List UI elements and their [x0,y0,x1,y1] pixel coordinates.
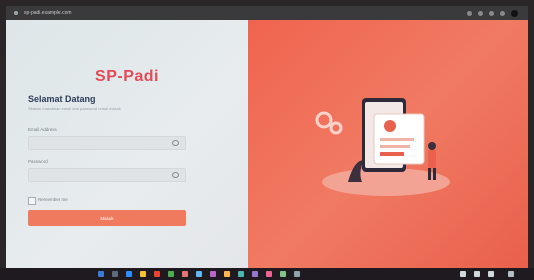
illustration-panel [248,20,528,268]
email-label: Email Address [28,127,57,132]
app-icon[interactable] [294,271,300,277]
app-icon[interactable] [210,271,216,277]
start-icon[interactable] [98,271,104,277]
bookmark-icon[interactable] [478,10,483,16]
edge-icon[interactable] [126,271,132,277]
password-label: Password [28,159,48,164]
menu-icon[interactable] [500,10,505,16]
app-icon[interactable] [266,271,272,277]
screen: sp-padi.example.com SP-Padi Selamat Data… [6,6,528,268]
password-field[interactable] [28,168,186,182]
login-illustration [315,98,450,196]
browser-bar: sp-padi.example.com [6,6,528,20]
email-field[interactable] [28,136,186,150]
app-icon[interactable] [182,271,188,277]
login-panel: SP-Padi Selamat Datang Silakan masukkan … [6,20,248,268]
app-icon[interactable] [224,271,230,277]
remember-checkbox[interactable] [28,197,36,205]
volume-icon[interactable] [474,271,480,277]
app-icon[interactable] [196,271,202,277]
app-icon[interactable] [252,271,258,277]
eye-icon[interactable] [172,172,179,178]
login-subtitle: Silakan masukkan email dan password untu… [28,106,121,111]
extension-icon[interactable] [467,10,472,16]
app-icon[interactable] [280,271,286,277]
browser-actions [467,9,518,17]
network-icon[interactable] [460,271,466,277]
app-icon[interactable] [168,271,174,277]
clock-icon[interactable] [508,271,514,277]
login-button[interactable]: Masuk [28,210,186,226]
download-icon[interactable] [489,10,494,16]
tab-title[interactable]: sp-padi.example.com [24,10,72,16]
folder-icon[interactable] [140,271,146,277]
taskbar [0,268,534,280]
battery-icon[interactable] [488,271,494,277]
profile-icon[interactable] [511,9,518,17]
brand-title: SP-Padi [95,68,159,85]
welcome-heading: Selamat Datang [28,94,96,104]
remember-label: Remember me [38,197,68,202]
tab-favicon-icon [14,11,18,15]
search-icon[interactable] [112,271,118,277]
chrome-icon[interactable] [154,271,160,277]
email-icon [172,140,179,146]
app-icon[interactable] [238,271,244,277]
